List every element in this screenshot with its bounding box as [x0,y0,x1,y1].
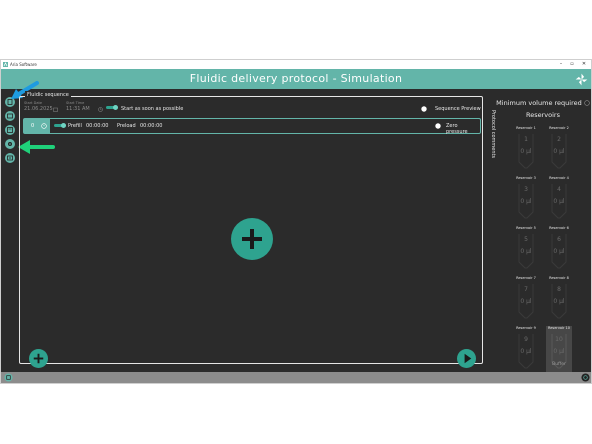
reservoir-label: Reservoir 9 [516,326,536,330]
start-time-label: Start Time [66,101,85,105]
calendar-icon[interactable] [53,107,58,112]
app-header: Fluidic delivery protocol - Simulation [1,69,591,89]
start-date-field[interactable]: 21.06.2025 [24,106,53,112]
reservoir-8[interactable]: Reservoir 8 8 0 µl [546,276,572,322]
step-index: 0 [31,123,35,129]
open-folder-icon [7,113,13,119]
prefill-label: Prefill [68,123,82,129]
reservoir-number: 8 [557,286,561,293]
run-simulation-button[interactable] [457,349,476,368]
reservoir-number: 10 [555,336,563,343]
sequence-step-row[interactable]: 0 Prefill 00:00:00 Preload 00:00:00 Zero… [23,118,481,135]
save-icon [7,127,13,133]
timer-icon [41,123,47,129]
reservoir-3[interactable]: Reservoir 3 3 0 µl [513,176,539,222]
preload-time[interactable]: 00:00:00 [140,123,162,129]
min-volume-title: Minimum volume required [495,99,591,107]
reservoir-volume: 0 µl [520,348,532,355]
reservoir-volume: 0 µl [553,198,565,205]
close-button[interactable]: ✕ [579,60,589,69]
reservoir-buffer-label: Buffer [552,362,566,367]
reservoir-1[interactable]: Reservoir 1 1 0 µl [513,126,539,172]
zero-pressure-radio[interactable] [435,123,441,129]
reservoir-number: 1 [524,136,528,143]
reservoir-number: 5 [524,236,528,243]
export-icon [7,155,13,161]
plus-icon [33,353,44,364]
reservoirs-title: Reservoirs [526,111,560,119]
status-bar [1,372,591,383]
start-time-field[interactable]: 11:31 AM [66,106,90,112]
add-step-button[interactable] [29,349,48,368]
window-title: Aria Software [10,62,37,67]
reservoir-2[interactable]: Reservoir 2 2 0 µl [546,126,572,172]
reservoir-label: Reservoir 7 [516,276,536,280]
reservoir-number: 4 [557,186,561,193]
reservoir-number: 6 [557,236,561,243]
reservoir-5[interactable]: Reservoir 5 5 0 µl [513,226,539,272]
reservoir-label: Reservoir 6 [549,226,569,230]
reservoir-label: Reservoir 1 [516,126,536,130]
status-right-icon[interactable] [581,373,590,382]
sidebar-settings-button[interactable] [5,139,15,149]
reservoir-9[interactable]: Reservoir 9 9 0 µl [513,326,539,372]
app-logo-icon [3,62,8,67]
reservoir-volume: 0 µl [553,148,565,155]
reservoir-volume: 0 µl [520,148,532,155]
reservoir-volume: 0 µl [520,198,532,205]
prefill-time[interactable]: 00:00:00 [86,123,108,129]
status-left-icon[interactable] [4,373,13,382]
reservoir-volume: 0 µl [553,348,565,355]
reservoir-6[interactable]: Reservoir 6 6 0 µl [546,226,572,272]
gear-icon [8,142,12,146]
reservoir-4[interactable]: Reservoir 4 4 0 µl [546,176,572,222]
start-asap-toggle[interactable] [106,105,118,110]
reservoir-label: Reservoir 8 [549,276,569,280]
zero-pressure-label: Zero pressure [446,123,468,135]
reservoir-label: Reservoir 4 [549,176,569,180]
reservoir-volume: 0 µl [553,298,565,305]
sidebar [1,89,17,372]
panel-title: Fluidic sequence [25,91,71,99]
plus-icon [242,229,262,249]
reservoir-label: Reservoir 2 [549,126,569,130]
window-titlebar: Aria Software – ▫ ✕ [1,60,591,69]
page-title: Fluidic delivery protocol - Simulation [189,72,403,85]
help-icon[interactable] [584,100,590,106]
reservoir-number: 7 [524,286,528,293]
reservoir-label: Reservoir 10 [547,326,571,330]
reservoir-label: Reservoir 5 [516,226,536,230]
reservoir-number: 9 [524,336,528,343]
reservoir-volume: 0 µl [553,248,565,255]
add-step-large-button[interactable] [231,218,273,260]
reservoir-10[interactable]: Reservoir 10 10 0 µl Buffer [546,326,572,372]
start-asap-label: Start as soon as possible [121,106,184,112]
reservoir-volume: 0 µl [520,248,532,255]
minimize-button[interactable]: – [556,60,566,69]
step-index-cell: 0 [24,119,50,133]
reservoir-7[interactable]: Reservoir 7 7 0 µl [513,276,539,322]
sidebar-export-button[interactable] [5,153,15,163]
reservoir-number: 3 [524,186,528,193]
protocol-comments-tab[interactable]: Protocol comments [488,110,496,220]
reservoir-number: 2 [557,136,561,143]
pinwheel-logo-icon [575,73,588,86]
min-volume-label: Minimum volume required [496,99,582,107]
sequence-preview-radio[interactable] [421,106,427,112]
app-window: Aria Software – ▫ ✕ Fluidic delivery pro… [0,59,592,384]
reservoir-label: Reservoir 3 [516,176,536,180]
play-icon [464,353,472,364]
sidebar-save-button[interactable] [5,125,15,135]
reservoir-volume: 0 µl [520,298,532,305]
preload-label: Preload [117,123,136,129]
prefill-toggle[interactable] [54,123,66,128]
clock-icon[interactable] [98,107,103,112]
start-date-label: Start Date [24,101,43,105]
maximize-button[interactable]: ▫ [567,60,577,69]
sidebar-open-button[interactable] [5,111,15,121]
sequence-preview-label: Sequence Preview [435,106,481,112]
